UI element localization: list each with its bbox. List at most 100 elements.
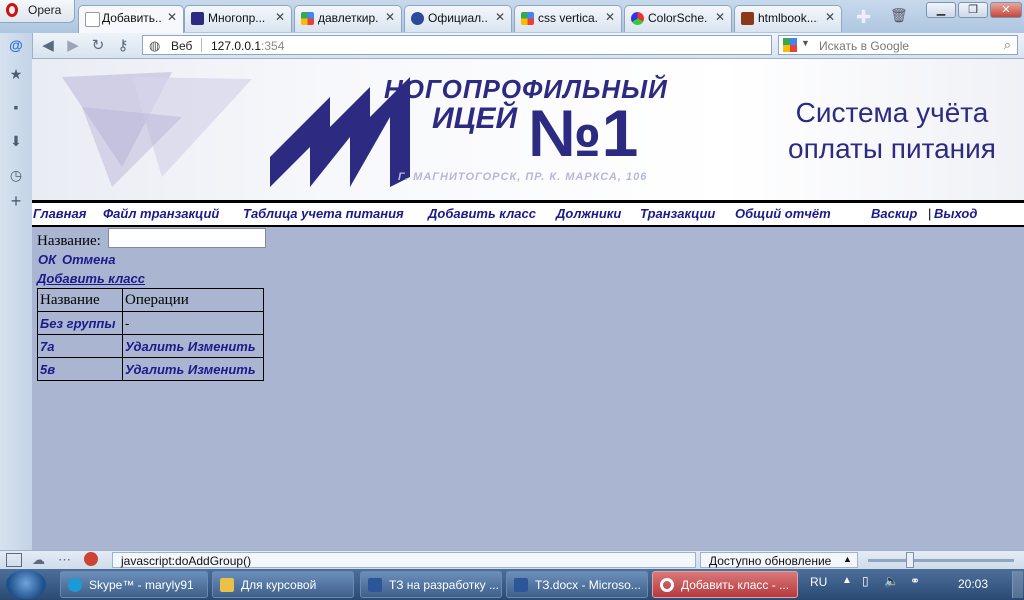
windows-start-icon[interactable] [6, 570, 46, 599]
group-name-link[interactable]: Без группы [37, 311, 123, 335]
zoom-slider-handle[interactable] [906, 552, 914, 568]
menu-transactions[interactable]: Транзакции [640, 206, 715, 221]
tab-css-vertical[interactable]: css vertica... ✕ [514, 5, 622, 32]
tab-label: ColorSche... [648, 11, 708, 25]
group-name-link[interactable]: 7а [37, 334, 123, 358]
status-url-box: javascript:doAddGroup() [112, 552, 696, 568]
tab-label: Официал... [428, 11, 488, 25]
reload-icon[interactable]: ↻ [88, 36, 108, 56]
taskbar-word-docx[interactable]: ТЗ.docx - Microso... [506, 571, 648, 598]
share-icon[interactable]: ⋯ [58, 552, 71, 568]
search-field[interactable]: ▼ Искать в Google ⌕ [778, 35, 1018, 55]
taskbar-opera[interactable]: Добавить класс - ... [652, 571, 798, 598]
bookmarks-star-icon[interactable]: ★ [8, 66, 24, 82]
tab-official[interactable]: Официал... ✕ [404, 5, 512, 32]
add-class-link[interactable]: Добавить класс [37, 271, 145, 286]
menu-home[interactable]: Главная [33, 206, 86, 221]
skype-icon [68, 578, 82, 592]
chevron-down-icon[interactable]: ▼ [801, 38, 810, 48]
tab-label: css vertica... [538, 11, 598, 25]
back-icon[interactable]: ◀ [38, 36, 58, 56]
opera-menu-button[interactable]: Opera [0, 0, 75, 23]
address-text: 127.0.0.1:354 [211, 39, 284, 53]
tab-label: давлеткир... [318, 11, 378, 25]
network-icon[interactable]: ⚭ [910, 574, 920, 588]
forward-icon[interactable]: ▶ [63, 36, 83, 56]
tab-add-class[interactable]: Добавить... ✕ [78, 5, 184, 33]
minimize-icon[interactable]: ▁ [926, 2, 956, 18]
header-name: Название [37, 288, 123, 312]
menu-debtors[interactable]: Должники [556, 206, 621, 221]
menu-logout[interactable]: Выход [934, 206, 977, 221]
address-separator [201, 38, 202, 52]
main-menu: Главная Файл транзакций Таблица учета пи… [32, 200, 1024, 227]
key-icon[interactable]: ⚷ [113, 36, 133, 56]
search-placeholder: Искать в Google [819, 39, 910, 53]
site-logo-icon [191, 12, 204, 25]
emblem-icon [411, 12, 424, 25]
tab-mnogoprof[interactable]: Многопр... ✕ [184, 5, 292, 32]
windows-taskbar: Skype™ - maryly91 Для курсовой ТЗ на раз… [0, 569, 1024, 600]
close-tab-icon[interactable]: ✕ [825, 10, 835, 24]
browser-tab-bar: Opera Добавить... ✕ Многопр... ✕ давлетк… [0, 0, 1024, 34]
menu-general-report[interactable]: Общий отчёт [735, 206, 831, 221]
panel-toggle-icon[interactable] [6, 553, 22, 567]
group-ops-cell: Удалить Изменить [122, 334, 264, 358]
show-desktop-button[interactable] [1012, 571, 1023, 598]
menu-meal-table[interactable]: Таблица учета питания [243, 206, 404, 221]
volume-icon[interactable]: 🔈 [884, 574, 899, 588]
taskbar-skype[interactable]: Skype™ - maryly91 [60, 571, 208, 598]
class-name-input[interactable] [108, 228, 266, 248]
add-panel-icon[interactable]: + [8, 192, 24, 210]
device-icon[interactable]: ▯ [862, 574, 869, 588]
new-tab-icon[interactable]: ✚ [856, 7, 871, 28]
close-tab-icon[interactable]: ✕ [715, 10, 725, 24]
tab-colorscheme[interactable]: ColorSche... ✕ [624, 5, 732, 32]
taskbar-word-tz[interactable]: ТЗ на разработку ... [360, 571, 502, 598]
ok-link[interactable]: ОК [38, 252, 56, 267]
groups-table: Название Операции Без группы - 7а Удалит… [37, 288, 264, 381]
mail-icon[interactable]: @ [8, 37, 24, 53]
delete-link[interactable]: Удалить [125, 362, 184, 377]
tab-htmlbook[interactable]: htmlbook.... ✕ [734, 5, 842, 32]
close-tab-icon[interactable]: ✕ [605, 10, 615, 24]
close-tab-icon[interactable]: ✕ [385, 10, 395, 24]
delete-link[interactable]: Удалить [125, 339, 184, 354]
maximize-icon[interactable]: ❐ [958, 2, 988, 18]
clock[interactable]: 20:03 [958, 577, 988, 591]
edit-link[interactable]: Изменить [188, 362, 256, 377]
search-icon[interactable]: ⌕ [1004, 37, 1011, 53]
status-bar: ☁ ⋯ javascript:doAddGroup() Доступно обн… [0, 550, 1024, 570]
tab-davletkir[interactable]: давлеткир... ✕ [294, 5, 402, 32]
table-header-row: Название Операции [37, 288, 264, 312]
taskbar-folder[interactable]: Для курсовой [212, 571, 354, 598]
trash-icon[interactable]: 🗑 [890, 7, 908, 24]
menu-backup[interactable]: Васкир [871, 206, 917, 221]
taskbar-label: Добавить класс - ... [681, 578, 790, 592]
menu-transaction-file[interactable]: Файл транзакций [103, 206, 219, 221]
cancel-link[interactable]: Отмена [62, 252, 115, 267]
tray-expand-icon[interactable]: ▲ [842, 575, 852, 586]
cloud-icon[interactable]: ☁ [32, 552, 45, 568]
name-label: Название: [37, 233, 101, 249]
edit-link[interactable]: Изменить [188, 339, 256, 354]
group-ops-cell: - [122, 311, 264, 335]
zoom-slider[interactable] [868, 552, 1014, 568]
address-host: 127.0.0.1 [211, 39, 262, 53]
table-row: 7а Удалить Изменить [37, 334, 264, 358]
downloads-icon[interactable]: ⬇ [8, 133, 24, 149]
language-indicator[interactable]: RU [810, 575, 827, 589]
turbo-icon[interactable] [84, 552, 98, 566]
tab-label: Добавить... [102, 11, 162, 25]
group-name-link[interactable]: 5в [37, 357, 123, 381]
school-address: Г. МАГНИТОГОРСК, ПР. К. МАРКСА, 106 [398, 171, 648, 183]
close-tab-icon[interactable]: ✕ [275, 10, 285, 24]
close-window-icon[interactable]: ✕ [990, 2, 1022, 18]
update-notice[interactable]: Доступно обновление ▲ [700, 552, 858, 568]
close-tab-icon[interactable]: ✕ [495, 10, 505, 24]
menu-add-class[interactable]: Добавить класс [428, 206, 536, 221]
history-clock-icon[interactable]: ◷ [8, 167, 24, 183]
close-tab-icon[interactable]: ✕ [167, 10, 177, 24]
address-field[interactable]: ◍ Веб 127.0.0.1:354 [142, 35, 772, 55]
notes-icon[interactable]: ▪ [8, 99, 24, 115]
